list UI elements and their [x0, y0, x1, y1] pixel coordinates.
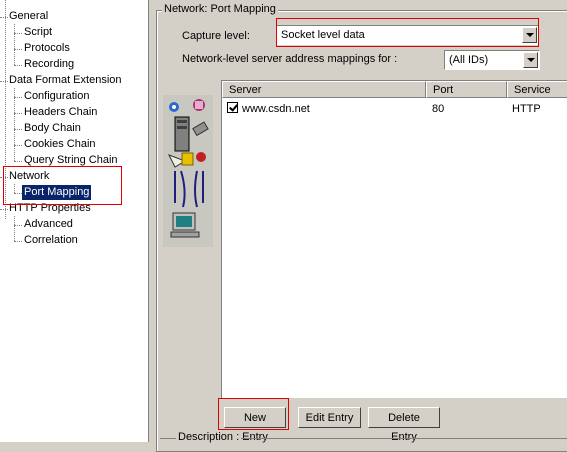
tree-connector [14, 216, 15, 241]
tree-connector [14, 24, 15, 65]
column-header-server[interactable]: Server [222, 81, 426, 98]
description-label: Description : [176, 431, 242, 443]
tree-connector [14, 129, 22, 130]
tree-connector [14, 145, 22, 146]
tree-item-protocols[interactable]: Protocols [24, 41, 70, 56]
tree-connector [14, 33, 22, 34]
tree-item-general[interactable]: General [9, 9, 48, 24]
tree-item-network[interactable]: Network [9, 169, 49, 184]
edit-entry-button[interactable]: Edit Entry [298, 407, 361, 428]
cell-port: 80 [432, 103, 445, 115]
row-checkbox[interactable] [227, 102, 238, 113]
new-entry-button[interactable]: New Entry [224, 407, 286, 443]
tree-item-recording[interactable]: Recording [24, 57, 74, 72]
tree-item-configuration[interactable]: Configuration [24, 89, 89, 104]
tree-connector [0, 209, 8, 210]
dropdown-arrow-icon[interactable] [522, 27, 537, 43]
tree-connector [14, 241, 22, 242]
cell-server: www.csdn.net [242, 103, 310, 115]
capture-level-label: Capture level: [182, 30, 250, 42]
tree-connector [0, 81, 8, 82]
tree-connector [14, 65, 22, 66]
delete-entry-button[interactable]: Delete Entry [368, 407, 440, 443]
capture-level-select[interactable]: Socket level data [276, 25, 539, 45]
group-title: Network: Port Mapping [162, 3, 278, 15]
tree-connector [0, 17, 8, 18]
tree-item-cookies-chain[interactable]: Cookies Chain [24, 137, 96, 152]
tree-item-http-properties[interactable]: HTTP Properties [9, 201, 91, 216]
network-diagram-icon [167, 99, 209, 238]
tree-item-data-format-extension[interactable]: Data Format Extension [9, 73, 122, 88]
tree-item-port-mapping[interactable]: Port Mapping [22, 185, 92, 200]
dropdown-arrow-icon[interactable] [523, 52, 538, 68]
tree-connector [5, 0, 6, 219]
tree-connector [14, 97, 22, 98]
mapping-id-value: (All IDs) [449, 54, 489, 66]
tree-connector [14, 225, 22, 226]
column-header-port[interactable]: Port [426, 81, 507, 98]
mapping-label: Network-level server address mappings fo… [182, 53, 398, 65]
tree-connector [14, 184, 15, 193]
tree-connector [14, 193, 22, 194]
tree-item-script[interactable]: Script [24, 25, 52, 40]
tree-connector [14, 113, 22, 114]
tree-item-body-chain[interactable]: Body Chain [24, 121, 81, 136]
column-header-service[interactable]: Service [507, 81, 567, 98]
settings-tree: General Script Protocols Recording Data … [0, 0, 149, 442]
tree-item-advanced[interactable]: Advanced [24, 217, 73, 232]
network-icon-strip [163, 95, 213, 247]
tree-item-query-string-chain[interactable]: Query String Chain [24, 153, 118, 168]
server-mapping-list[interactable]: Server Port Service www.csdn.net 80 HTTP [221, 80, 567, 398]
tree-connector [14, 88, 15, 161]
tree-item-headers-chain[interactable]: Headers Chain [24, 105, 97, 120]
tree-connector [14, 161, 22, 162]
tree-connector [0, 177, 8, 178]
tree-connector [14, 49, 22, 50]
cell-service: HTTP [512, 103, 541, 115]
mapping-id-select[interactable]: (All IDs) [444, 50, 540, 70]
capture-level-value: Socket level data [281, 29, 365, 41]
tree-item-correlation[interactable]: Correlation [24, 233, 78, 248]
